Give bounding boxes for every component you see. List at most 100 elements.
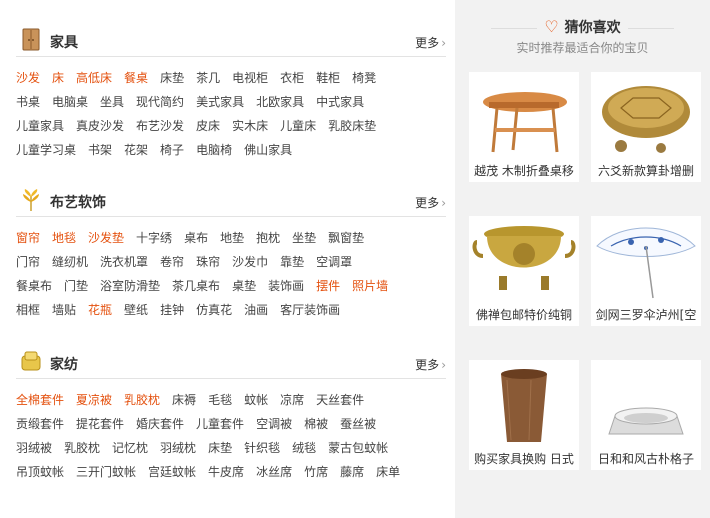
- category-link[interactable]: 羽绒枕: [160, 441, 196, 455]
- category-link[interactable]: 空调罩: [316, 255, 352, 269]
- category-link[interactable]: 记忆枕: [112, 441, 148, 455]
- category-link[interactable]: 花架: [124, 143, 148, 157]
- category-link[interactable]: 全棉套件: [16, 393, 64, 407]
- category-link[interactable]: 儿童套件: [196, 417, 244, 431]
- category-link[interactable]: 花瓶: [88, 303, 112, 317]
- category-link[interactable]: 卷帘: [160, 255, 184, 269]
- category-link[interactable]: 乳胶床垫: [328, 119, 376, 133]
- category-link[interactable]: 床: [52, 71, 64, 85]
- category-link[interactable]: 餐桌: [124, 71, 148, 85]
- category-link[interactable]: 沙发: [16, 71, 40, 85]
- category-link[interactable]: 毛毯: [208, 393, 232, 407]
- category-link[interactable]: 空调被: [256, 417, 292, 431]
- category-link[interactable]: 蚊帐: [244, 393, 268, 407]
- product-card[interactable]: 越茂 木制折叠桌移: [469, 72, 579, 182]
- category-link[interactable]: 地毯: [52, 231, 76, 245]
- category-link[interactable]: 珠帘: [196, 255, 220, 269]
- more-link[interactable]: 更多 ›: [415, 356, 446, 373]
- category-link[interactable]: 蒙古包蚊帐: [328, 441, 388, 455]
- category-link[interactable]: 照片墙: [352, 279, 388, 293]
- category-link[interactable]: 棉被: [304, 417, 328, 431]
- category-link[interactable]: 电视柜: [232, 71, 268, 85]
- category-link[interactable]: 电脑桌: [52, 95, 88, 109]
- category-link[interactable]: 三开门蚊帐: [76, 465, 136, 479]
- category-link[interactable]: 桌垫: [232, 279, 256, 293]
- category-link[interactable]: 餐桌布: [16, 279, 52, 293]
- product-card[interactable]: 购买家具换购 日式: [469, 360, 579, 470]
- category-link[interactable]: 飘窗垫: [328, 231, 364, 245]
- category-link[interactable]: 乳胶枕: [124, 393, 160, 407]
- product-card[interactable]: 六爻新款算卦增删: [591, 72, 701, 182]
- category-link[interactable]: 椅凳: [352, 71, 376, 85]
- product-card[interactable]: 佛禅包邮特价纯铜: [469, 216, 579, 326]
- category-link[interactable]: 仿真花: [196, 303, 232, 317]
- category-link[interactable]: 摆件: [316, 279, 340, 293]
- category-link[interactable]: 高低床: [76, 71, 112, 85]
- category-link[interactable]: 绒毯: [292, 441, 316, 455]
- category-link[interactable]: 桌布: [184, 231, 208, 245]
- category-link[interactable]: 墙贴: [52, 303, 76, 317]
- category-link[interactable]: 装饰画: [268, 279, 304, 293]
- category-link[interactable]: 夏凉被: [76, 393, 112, 407]
- category-link[interactable]: 沙发垫: [88, 231, 124, 245]
- category-link[interactable]: 油画: [244, 303, 268, 317]
- category-link[interactable]: 儿童床: [280, 119, 316, 133]
- category-link[interactable]: 茶几桌布: [172, 279, 220, 293]
- category-link[interactable]: 佛山家具: [244, 143, 292, 157]
- category-link[interactable]: 贡缎套件: [16, 417, 64, 431]
- category-link[interactable]: 床垫: [160, 71, 184, 85]
- category-link[interactable]: 冰丝席: [256, 465, 292, 479]
- category-link[interactable]: 窗帘: [16, 231, 40, 245]
- category-link[interactable]: 十字绣: [136, 231, 172, 245]
- category-link[interactable]: 宫廷蚊帐: [148, 465, 196, 479]
- category-link[interactable]: 鞋柜: [316, 71, 340, 85]
- more-link[interactable]: 更多 ›: [415, 194, 446, 211]
- category-link[interactable]: 提花套件: [76, 417, 124, 431]
- category-link[interactable]: 地垫: [220, 231, 244, 245]
- category-link[interactable]: 坐具: [100, 95, 124, 109]
- category-link[interactable]: 皮床: [196, 119, 220, 133]
- category-link[interactable]: 椅子: [160, 143, 184, 157]
- category-link[interactable]: 藤席: [340, 465, 364, 479]
- category-link[interactable]: 布艺沙发: [136, 119, 184, 133]
- category-link[interactable]: 靠垫: [280, 255, 304, 269]
- category-link[interactable]: 婚庆套件: [136, 417, 184, 431]
- category-link[interactable]: 床褥: [172, 393, 196, 407]
- category-link[interactable]: 沙发巾: [232, 255, 268, 269]
- product-card[interactable]: 剑网三罗伞泸州[空: [591, 216, 701, 326]
- category-link[interactable]: 坐垫: [292, 231, 316, 245]
- category-link[interactable]: 抱枕: [256, 231, 280, 245]
- product-card[interactable]: 日和和风古朴格子: [591, 360, 701, 470]
- category-link[interactable]: 门垫: [64, 279, 88, 293]
- category-link[interactable]: 针织毯: [244, 441, 280, 455]
- category-link[interactable]: 洗衣机罩: [100, 255, 148, 269]
- category-link[interactable]: 牛皮席: [208, 465, 244, 479]
- category-link[interactable]: 现代简约: [136, 95, 184, 109]
- category-link[interactable]: 中式家具: [316, 95, 364, 109]
- category-link[interactable]: 凉席: [280, 393, 304, 407]
- category-link[interactable]: 缝纫机: [52, 255, 88, 269]
- more-link[interactable]: 更多 ›: [415, 34, 446, 51]
- category-link[interactable]: 门帘: [16, 255, 40, 269]
- category-link[interactable]: 美式家具: [196, 95, 244, 109]
- category-link[interactable]: 相框: [16, 303, 40, 317]
- category-link[interactable]: 衣柜: [280, 71, 304, 85]
- category-link[interactable]: 天丝套件: [316, 393, 364, 407]
- category-link[interactable]: 实木床: [232, 119, 268, 133]
- category-link[interactable]: 北欧家具: [256, 95, 304, 109]
- category-link[interactable]: 儿童家具: [16, 119, 64, 133]
- category-link[interactable]: 床单: [376, 465, 400, 479]
- category-link[interactable]: 蚕丝被: [340, 417, 376, 431]
- category-link[interactable]: 茶几: [196, 71, 220, 85]
- category-link[interactable]: 床垫: [208, 441, 232, 455]
- category-link[interactable]: 真皮沙发: [76, 119, 124, 133]
- category-link[interactable]: 羽绒被: [16, 441, 52, 455]
- category-link[interactable]: 浴室防滑垫: [100, 279, 160, 293]
- category-link[interactable]: 书架: [88, 143, 112, 157]
- category-link[interactable]: 挂钟: [160, 303, 184, 317]
- category-link[interactable]: 客厅装饰画: [280, 303, 340, 317]
- category-link[interactable]: 儿童学习桌: [16, 143, 76, 157]
- category-link[interactable]: 竹席: [304, 465, 328, 479]
- category-link[interactable]: 壁纸: [124, 303, 148, 317]
- category-link[interactable]: 书桌: [16, 95, 40, 109]
